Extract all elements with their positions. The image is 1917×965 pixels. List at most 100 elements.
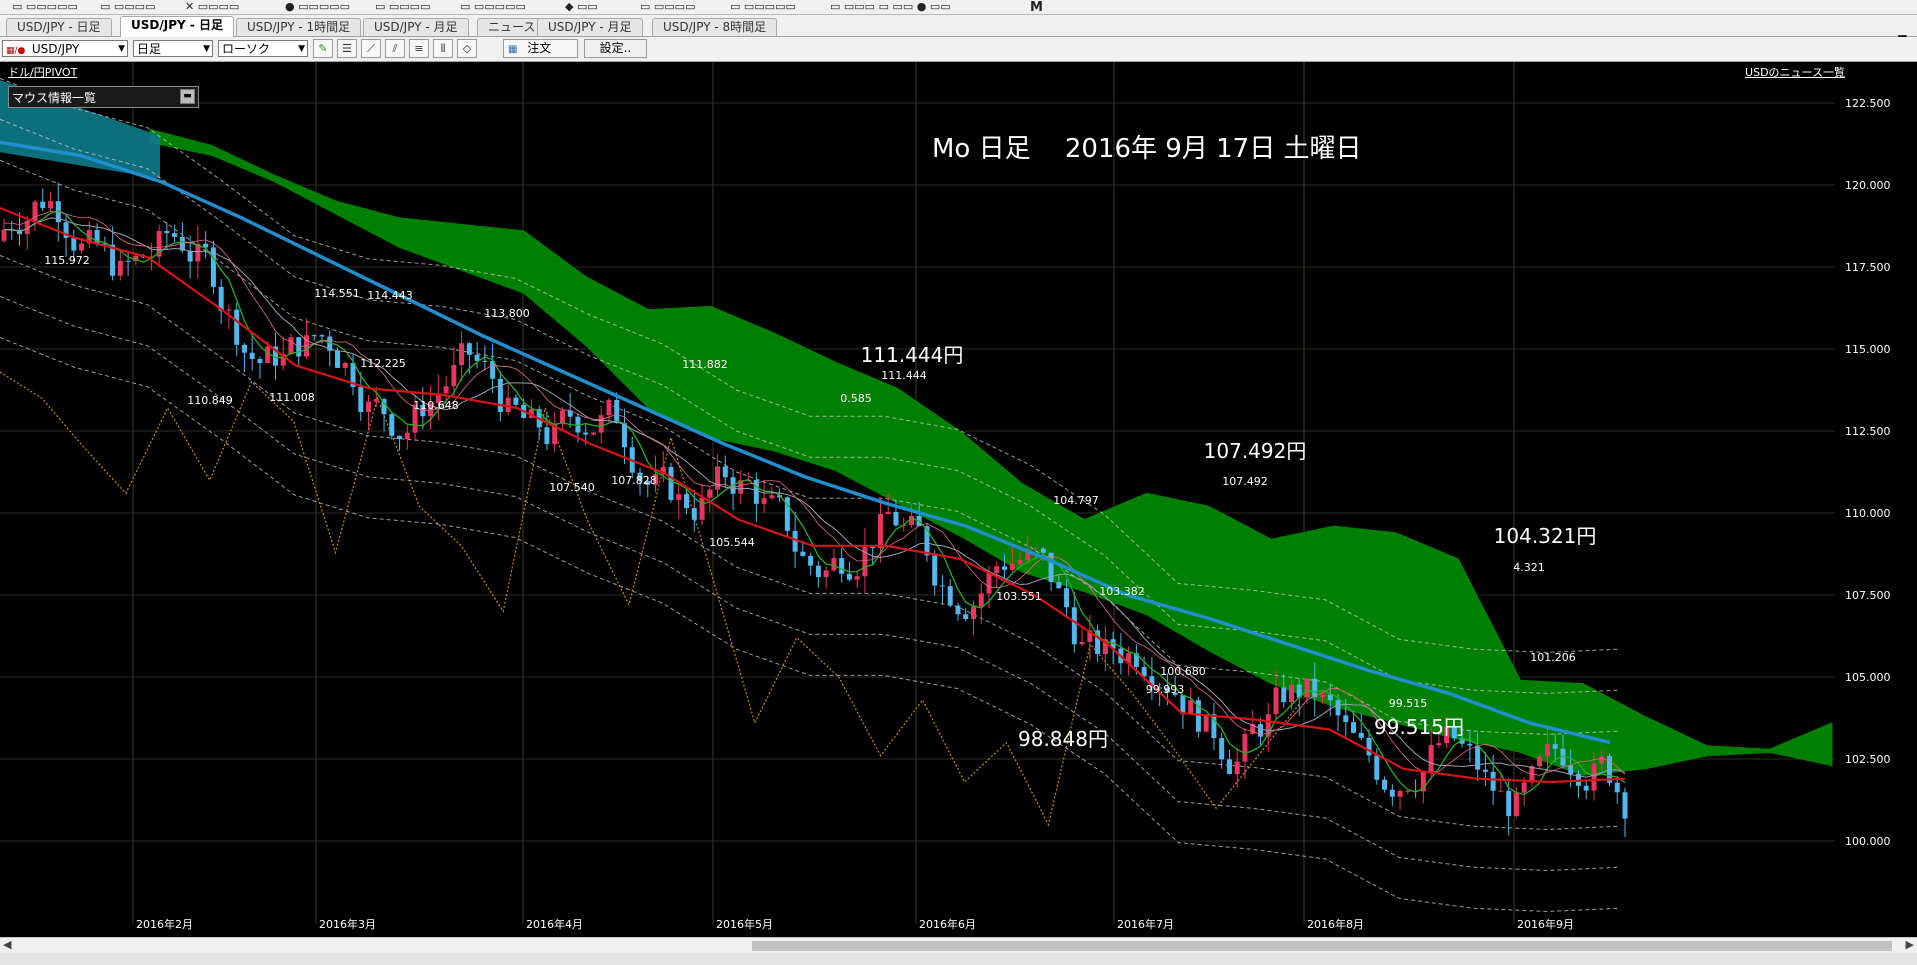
chart-area[interactable]: 122.500 120.000 117.500 115.000 112.500 110.0… <box>0 62 1917 936</box>
candle-body <box>1552 744 1558 749</box>
price-label: 99.515 <box>1389 697 1428 710</box>
candle-body <box>1009 563 1015 570</box>
price-label: 4.321 <box>1513 561 1545 574</box>
candle-body <box>125 260 131 262</box>
list-tool-icon[interactable]: ≡ <box>409 39 429 58</box>
price-annotation: 111.444円 <box>861 343 964 367</box>
candle-body <box>1273 687 1279 715</box>
top-toolbar: ▭ ▭▭▭▭▭ ▭ ▭▭▭▭ ✕ ▭▭▭▭ ● ▭▭▭▭▭ ▭ ▭▭▭▭ ▭ ▭… <box>0 0 1917 15</box>
candle-body <box>389 414 395 436</box>
candle-body <box>404 432 410 440</box>
candle-body <box>699 497 705 520</box>
toolbar-item-6-icon[interactable]: ▭ ▭▭▭▭▭ <box>460 0 526 13</box>
candle-body <box>1040 548 1046 553</box>
fan-tool-icon[interactable]: ⟋ <box>361 39 381 58</box>
price-label: 104.797 <box>1053 494 1099 507</box>
candle-body <box>482 360 488 362</box>
pair-select[interactable]: ▦/● USD/JPY ▼ <box>2 40 128 57</box>
news-link[interactable]: USDのニュース一覧 <box>1745 64 1845 80</box>
candle-body <box>172 233 178 237</box>
candle-body <box>1358 732 1364 738</box>
price-label: 99.993 <box>1146 683 1185 696</box>
candle-body <box>1188 700 1194 715</box>
x-month-label: 2016年7月 <box>1117 917 1174 931</box>
scroll-left-icon[interactable]: ◀ <box>3 938 11 951</box>
toolbar-item-5-icon[interactable]: ▭ ▭▭▭▭ <box>375 0 430 13</box>
candle-body <box>1513 792 1519 817</box>
horizontal-scrollbar[interactable]: ◀ ▶ <box>0 937 1917 954</box>
vlines-tool-icon[interactable]: ⦀ <box>433 39 453 58</box>
candle-body <box>1506 790 1512 817</box>
price-chart[interactable]: 122.500 120.000 117.500 115.000 112.500 110.0… <box>0 62 1917 936</box>
candle-body <box>1482 769 1488 772</box>
mouse-panel-title: マウス情報一覧 <box>12 91 97 105</box>
timeframe-select-value: 日足 <box>137 42 162 56</box>
candle-body <box>1281 687 1287 703</box>
candle-body <box>1366 737 1372 756</box>
candle-body <box>614 399 620 424</box>
toolbar-item-3-icon[interactable]: ✕ ▭▭▭▭ <box>185 0 239 13</box>
price-annotation: 107.492円 <box>1204 439 1307 463</box>
toolbar-item-1-icon[interactable]: ▭ ▭▭▭▭▭ <box>12 0 78 13</box>
toolbar-item-2-icon[interactable]: ▭ ▭▭▭▭ <box>100 0 155 13</box>
toolbar-item-4-icon[interactable]: ● ▭▭▭▭▭ <box>285 0 350 13</box>
chevron-down-icon: ▼ <box>298 44 305 54</box>
candle-body <box>1234 761 1240 774</box>
candle-body <box>358 386 364 412</box>
status-strip <box>0 953 1917 965</box>
toolbar-m-icon[interactable]: M <box>1030 0 1043 14</box>
chart-title: Mo 日足 2016年 9月 17日 土曜日 <box>932 134 1362 164</box>
settings-button[interactable]: 設定.. <box>584 39 647 58</box>
price-label: 103.551 <box>996 590 1042 603</box>
candle-body <box>1591 763 1597 791</box>
toolbar-item-10-icon[interactable]: ▭ ▭▭▭ ▭ ▭▭ ● ▭▭ <box>830 0 951 13</box>
candle-body <box>994 566 1000 574</box>
candle-body <box>1002 566 1008 570</box>
ichimoku-cloud <box>149 128 1833 776</box>
order-button[interactable]: ▦ 注文 <box>503 39 578 58</box>
candle-body <box>970 606 976 620</box>
candle-body <box>335 350 341 368</box>
candle-body <box>947 586 953 606</box>
candle-body <box>1095 630 1101 655</box>
scroll-right-icon[interactable]: ▶ <box>1906 938 1914 951</box>
tab-bar: USD/JPY - 日足 USD/JPY - 日足 USD/JPY - 1時間足 US… <box>0 15 1917 46</box>
mouse-info-panel[interactable]: マウス情報一覧 ▬ <box>8 86 199 108</box>
x-month-label: 2016年9月 <box>1517 917 1574 931</box>
tab-3[interactable]: USD/JPY - 月足 <box>363 18 469 36</box>
eraser-tool-icon[interactable]: ◇ <box>457 39 477 58</box>
toolbar-item-8-icon[interactable]: ▭ ▭▭▭▭ <box>640 0 695 13</box>
pencil-tool-icon[interactable]: ✎ <box>313 39 333 58</box>
tab-0[interactable]: USD/JPY - 日足 <box>6 18 112 36</box>
scroll-thumb[interactable] <box>752 941 1892 951</box>
price-label: 0.585 <box>840 392 872 405</box>
price-label: 107.492 <box>1222 475 1268 488</box>
tab-2[interactable]: USD/JPY - 1時間足 <box>236 18 362 36</box>
toolbar-item-9-icon[interactable]: ▭ ▭▭▭▭▭ <box>730 0 796 13</box>
tab-1[interactable]: USD/JPY - 日足 <box>120 16 235 37</box>
hlines-tool-icon[interactable]: ☰ <box>337 39 357 58</box>
candle-body <box>1498 790 1504 792</box>
minimize-icon[interactable]: ▬ <box>180 89 195 104</box>
price-annotation: 104.321円 <box>1494 524 1597 548</box>
chart-type-select[interactable]: ローソク ▼ <box>218 40 308 57</box>
price-label: 107.828 <box>611 474 657 487</box>
pivot-link[interactable]: ドル/円PIVOT <box>8 64 77 80</box>
order-icon: ▦ <box>508 44 518 55</box>
y-tick-label: 120.000 <box>1845 179 1891 192</box>
chart-toolbar: ▦/● USD/JPY ▼ 日足 ▼ ローソク ▼ ✎ ☰ ⟋ ⫽ ≡ ⦀ ◇ … <box>0 37 1917 62</box>
tab-4[interactable]: ニュース <box>477 18 547 36</box>
channel-tool-icon[interactable]: ⫽ <box>385 39 405 58</box>
price-label: 115.972 <box>44 254 90 267</box>
y-tick-label: 105.000 <box>1845 671 1891 684</box>
timeframe-select[interactable]: 日足 ▼ <box>133 40 213 57</box>
tab-5[interactable]: USD/JPY - 月足 <box>537 18 643 36</box>
candle-body <box>1428 745 1434 773</box>
toolbar-item-7-icon[interactable]: ◆ ▭▭ <box>565 0 598 13</box>
candle-body <box>1 229 7 241</box>
chart-type-select-value: ローソク <box>222 42 271 56</box>
candle-body <box>1397 790 1403 797</box>
tab-6[interactable]: USD/JPY - 8時間足 <box>652 18 778 36</box>
y-tick-label: 107.500 <box>1845 589 1891 602</box>
candle-body <box>1064 588 1070 608</box>
